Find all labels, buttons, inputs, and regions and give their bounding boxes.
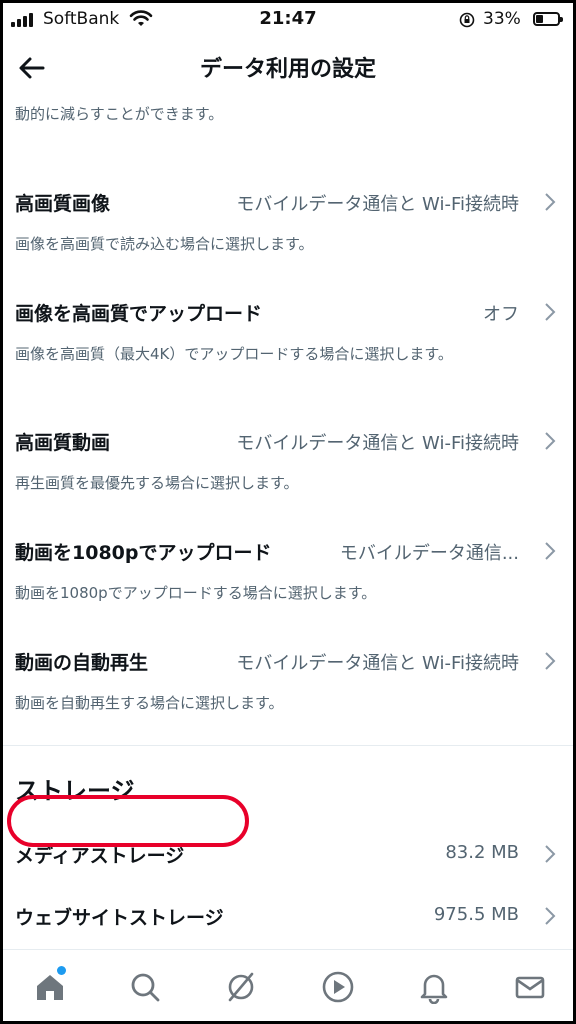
setting-description: 動画を1080pでアップロードする場合に選択します。 <box>15 584 377 602</box>
section-divider <box>3 745 573 746</box>
battery-percent: 33% <box>483 9 521 29</box>
mail-icon[interactable] <box>513 970 547 1004</box>
storage-value: 975.5 MB <box>433 904 519 925</box>
setting-description: 再生画質を最優先する場合に選択します。 <box>15 474 299 492</box>
bell-icon[interactable] <box>417 970 451 1004</box>
rotation-lock-icon <box>459 12 475 28</box>
setting-row-hq-video[interactable]: 高画質動画 モバイルデータ通信と Wi-Fi接続時 再生画質を最優先する場合に選… <box>3 428 573 538</box>
chevron-right-icon <box>545 432 556 450</box>
setting-value: モバイルデータ通信と Wi-Fi接続時 <box>236 194 519 215</box>
intro-text: 動的に減らすことができます。 <box>15 105 224 123</box>
video-play-icon[interactable] <box>321 970 355 1004</box>
storage-value: 83.2 MB <box>445 842 519 863</box>
screen: SoftBank 21:47 33% データ利用の設定 動的に減らすことができま… <box>3 3 573 1021</box>
setting-description: 動画を自動再生する場合に選択します。 <box>15 694 284 712</box>
setting-value: オフ <box>483 304 519 325</box>
storage-row-website[interactable]: ウェブサイトストレージ 975.5 MB <box>3 899 573 939</box>
chevron-right-icon <box>545 907 556 925</box>
setting-row-hq-images[interactable]: 高画質画像 モバイルデータ通信と Wi-Fi接続時 画像を高画質で読み込む場合に… <box>3 189 573 299</box>
setting-description: 画像を高画質で読み込む場合に選択します。 <box>15 235 314 253</box>
chevron-right-icon <box>545 652 556 670</box>
setting-value: モバイルデータ通信... <box>339 543 519 564</box>
setting-label: 動画の自動再生 <box>15 652 149 674</box>
setting-label: 高画質動画 <box>15 432 111 454</box>
search-icon[interactable] <box>128 970 162 1004</box>
chevron-right-icon <box>545 845 556 863</box>
storage-label: ウェブサイトストレージ <box>15 907 224 929</box>
status-bar: SoftBank 21:47 33% <box>3 3 573 37</box>
setting-value: モバイルデータ通信と Wi-Fi接続時 <box>236 653 519 674</box>
chevron-right-icon <box>545 303 556 321</box>
spaces-icon[interactable] <box>224 970 258 1004</box>
chevron-right-icon <box>545 193 556 211</box>
setting-description: 画像を高画質（最大4K）でアップロードする場合に選択します。 <box>15 345 453 363</box>
setting-value: モバイルデータ通信と Wi-Fi接続時 <box>236 433 519 454</box>
setting-label: 高画質画像 <box>15 193 111 215</box>
setting-row-autoplay[interactable]: 動画の自動再生 モバイルデータ通信と Wi-Fi接続時 動画を自動再生する場合に… <box>3 648 573 758</box>
chevron-right-icon <box>545 542 556 560</box>
header: データ利用の設定 <box>3 37 573 99</box>
battery-icon <box>533 12 563 26</box>
home-icon[interactable] <box>33 970 67 1004</box>
highlight-annotation <box>7 795 249 847</box>
page-title: データ利用の設定 <box>199 57 376 82</box>
setting-row-1080p-upload[interactable]: 動画を1080pでアップロード モバイルデータ通信... 動画を1080pでアッ… <box>3 538 573 648</box>
setting-row-hq-upload[interactable]: 画像を高画質でアップロード オフ 画像を高画質（最大4K）でアップロードする場合… <box>3 299 573 409</box>
tab-bar <box>3 949 573 1021</box>
setting-label: 動画を1080pでアップロード <box>15 542 272 564</box>
setting-label: 画像を高画質でアップロード <box>15 303 263 325</box>
notification-dot <box>57 966 66 975</box>
